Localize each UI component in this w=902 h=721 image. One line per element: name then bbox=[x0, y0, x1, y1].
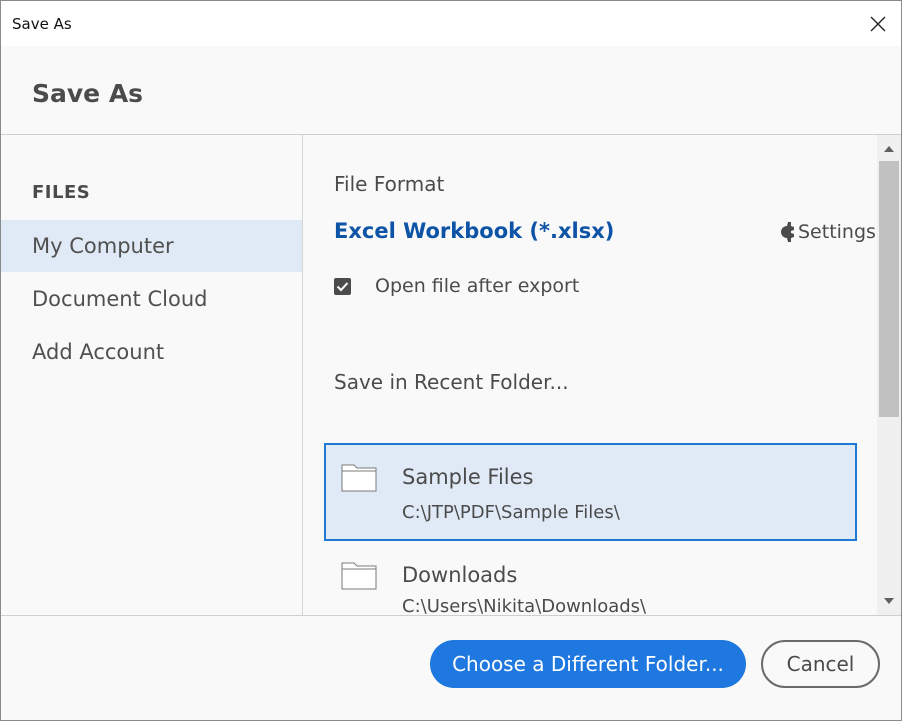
scroll-thumb[interactable] bbox=[879, 161, 899, 417]
chevron-down-icon bbox=[884, 598, 894, 604]
sidebar-item-label: Add Account bbox=[32, 340, 165, 364]
checkmark-icon bbox=[336, 281, 349, 291]
scroll-down-button[interactable] bbox=[877, 589, 901, 613]
close-button[interactable] bbox=[855, 1, 901, 46]
file-format-value[interactable]: Excel Workbook (*.xlsx) bbox=[334, 219, 614, 243]
open-after-export-label: Open file after export bbox=[375, 275, 580, 297]
recent-folder-label: Save in Recent Folder... bbox=[334, 370, 569, 394]
folder-icon bbox=[341, 464, 377, 492]
main-content: File Format Excel Workbook (*.xlsx) Sett… bbox=[303, 135, 877, 615]
dialog-header: Save As bbox=[1, 46, 901, 135]
recent-folder-downloads[interactable]: Downloads C:\Users\Nikita\Downloads\ bbox=[324, 543, 857, 615]
choose-different-folder-button[interactable]: Choose a Different Folder... bbox=[430, 640, 746, 688]
folder-name: Downloads bbox=[402, 563, 518, 587]
dialog-footer: Choose a Different Folder... Cancel bbox=[1, 615, 901, 720]
vertical-scrollbar[interactable] bbox=[877, 135, 901, 615]
sidebar-item-label: My Computer bbox=[32, 234, 174, 258]
sidebar-item-document-cloud[interactable]: Document Cloud bbox=[1, 273, 302, 325]
chevron-up-icon bbox=[884, 146, 894, 152]
folder-path: C:\JTP\PDF\Sample Files\ bbox=[402, 502, 620, 523]
file-format-label: File Format bbox=[334, 172, 445, 196]
sidebar: FILES My Computer Document Cloud Add Acc… bbox=[1, 135, 303, 615]
open-after-export-row: Open file after export bbox=[334, 275, 579, 297]
close-icon bbox=[870, 16, 886, 31]
sidebar-item-label: Document Cloud bbox=[32, 287, 208, 311]
cancel-button[interactable]: Cancel bbox=[761, 640, 880, 688]
sidebar-item-my-computer[interactable]: My Computer bbox=[1, 220, 302, 272]
sidebar-section-title: FILES bbox=[32, 182, 91, 203]
recent-folder-sample-files[interactable]: Sample Files C:\JTP\PDF\Sample Files\ bbox=[324, 443, 857, 541]
title-bar: Save As bbox=[1, 1, 901, 46]
open-after-export-checkbox[interactable] bbox=[334, 277, 351, 295]
folder-path: C:\Users\Nikita\Downloads\ bbox=[402, 596, 647, 615]
settings-label: Settings bbox=[798, 221, 876, 243]
folder-icon bbox=[341, 562, 377, 590]
window-title: Save As bbox=[12, 14, 72, 33]
settings-button[interactable]: Settings bbox=[779, 221, 876, 243]
save-as-dialog: Save As Save As FILES My Computer Docume… bbox=[0, 0, 902, 721]
sidebar-item-add-account[interactable]: Add Account bbox=[1, 326, 302, 378]
folder-name: Sample Files bbox=[402, 465, 534, 489]
gear-icon bbox=[781, 222, 794, 242]
scroll-up-button[interactable] bbox=[877, 137, 901, 161]
page-title: Save As bbox=[32, 79, 144, 108]
